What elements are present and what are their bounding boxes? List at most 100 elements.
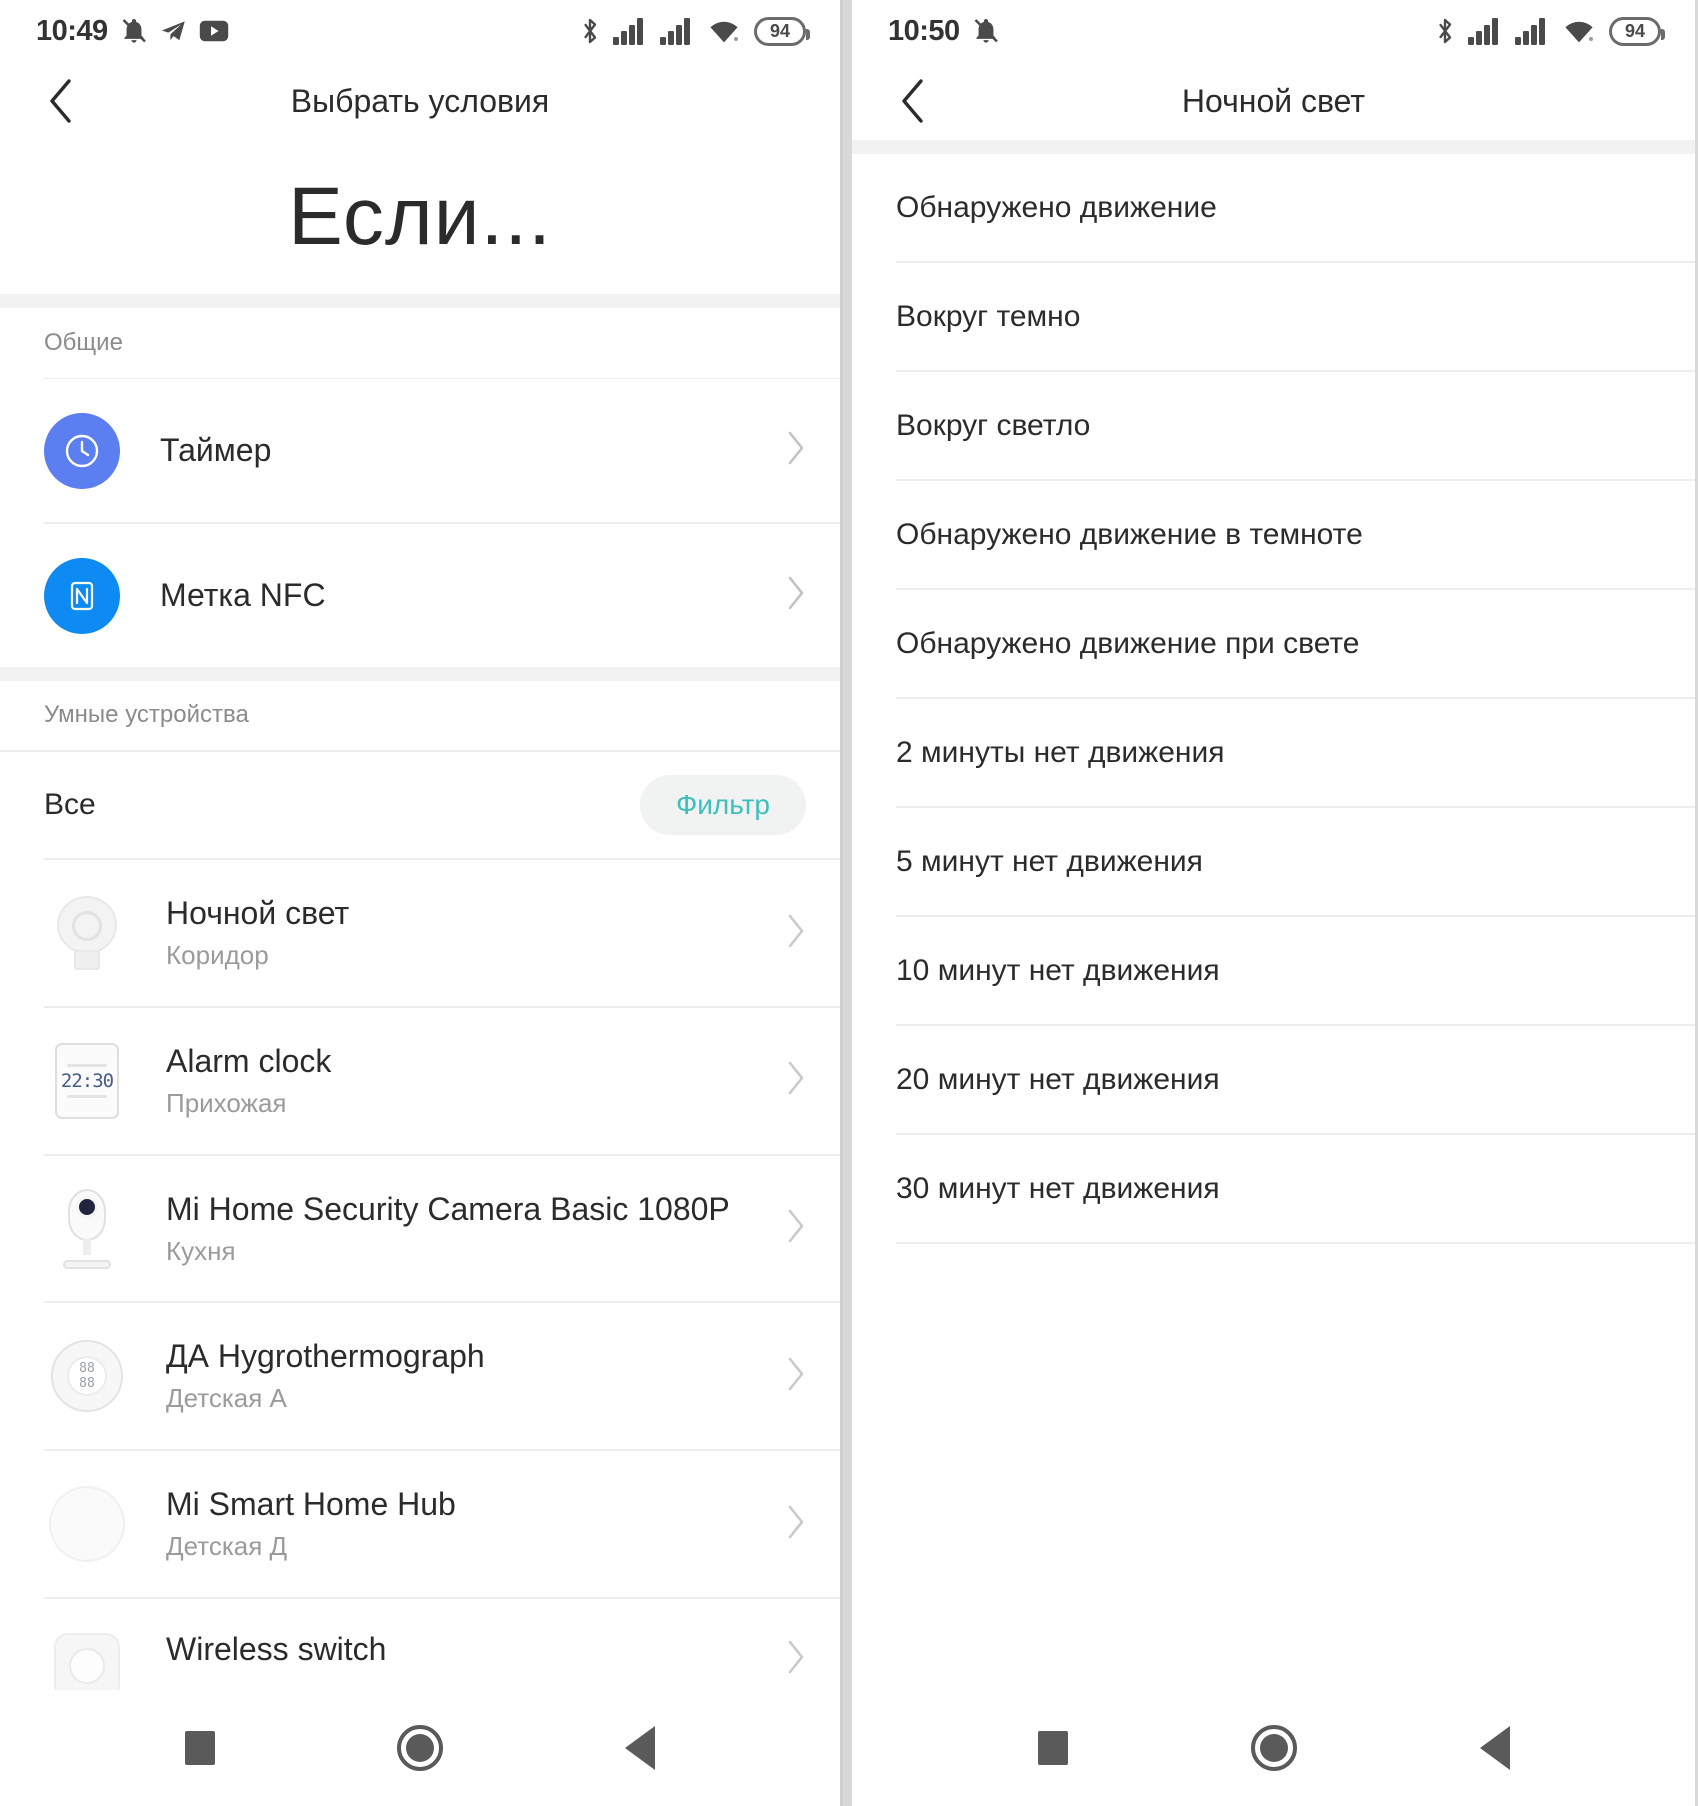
filter-row: Все Фильтр <box>0 752 840 859</box>
status-clock: 10:50 <box>888 14 960 47</box>
clock-icon <box>65 434 99 468</box>
bluetooth-icon <box>584 18 597 44</box>
filter-button[interactable]: Фильтр <box>639 775 806 836</box>
device-room: Кухня <box>166 1235 236 1266</box>
battery-indicator: 94 <box>1609 16 1665 46</box>
condition-item-nfc[interactable]: Метка NFC <box>0 524 840 668</box>
condition-option-row[interactable]: 2 минуты нет движения <box>852 699 1695 806</box>
signal-sim1-icon <box>1468 18 1498 45</box>
device-row[interactable]: Ночной свет Коридор <box>0 860 840 1007</box>
device-name: Mi Smart Home Hub <box>166 1486 456 1523</box>
device-room: Коридор <box>166 940 269 971</box>
right-app-bar: Ночной свет <box>852 62 1695 140</box>
condition-option-label: Вокруг светло <box>896 408 1091 442</box>
condition-option-row[interactable]: 30 минут нет движения <box>852 1135 1695 1242</box>
device-row[interactable]: Wireless switch <box>0 1598 840 1691</box>
chevron-right-icon <box>786 575 806 616</box>
device-row[interactable]: 88 88 ДА Hygrothermograph Детская А <box>0 1303 840 1450</box>
chevron-right-icon <box>786 430 806 471</box>
back-button[interactable] <box>34 74 88 128</box>
status-clock: 10:49 <box>36 14 108 47</box>
condition-item-label: Метка NFC <box>160 577 326 614</box>
square-icon <box>1037 1731 1068 1765</box>
right-system-nav-bar <box>852 1690 1695 1806</box>
all-devices-label: Все <box>44 788 96 822</box>
device-name: Ночной свет <box>166 895 350 932</box>
status-right-group: 94 <box>580 16 810 46</box>
left-app-bar: Выбрать условия <box>0 62 840 140</box>
condition-option-row[interactable]: 5 минут нет движения <box>852 808 1695 915</box>
device-text: ДА Hygrothermograph Детская А <box>166 1338 485 1414</box>
condition-option-label: Обнаружено движение <box>896 190 1217 224</box>
condition-option-label: Обнаружено движение в темноте <box>896 517 1363 551</box>
device-text: Alarm clock Прихожая <box>166 1043 331 1119</box>
dual-screenshot-container: 10:49 94 Выбрать условия Если... Общие Т… <box>0 0 1698 1806</box>
nav-recents-button[interactable] <box>155 1703 245 1793</box>
device-room: Детская Д <box>166 1531 288 1562</box>
triangle-back-icon <box>1479 1726 1510 1770</box>
signal-sim2-icon <box>660 18 690 45</box>
signal-sim1-icon <box>613 18 643 45</box>
condition-option-label: 30 минут нет движения <box>896 1171 1220 1205</box>
left-system-nav-bar <box>0 1690 840 1806</box>
chevron-left-icon <box>50 79 71 123</box>
telegram-icon <box>161 20 185 40</box>
condition-option-label: 20 минут нет движения <box>896 1062 1220 1096</box>
condition-option-row[interactable]: Вокруг светло <box>852 372 1695 479</box>
right-status-bar: 10:50 94 <box>852 0 1695 62</box>
condition-option-row[interactable]: Обнаружено движение при свете <box>852 590 1695 697</box>
section-header-general: Общие <box>0 307 840 378</box>
condition-option-row[interactable]: Обнаружено движение <box>852 154 1695 261</box>
condition-option-label: 5 минут нет движения <box>896 844 1203 878</box>
nav-back-button[interactable] <box>595 1703 685 1793</box>
nav-home-button[interactable] <box>1229 1703 1319 1793</box>
night-light-art-icon <box>46 892 128 974</box>
mute-bell-icon <box>974 18 998 43</box>
condition-option-row[interactable]: 10 минут нет движения <box>852 917 1695 1024</box>
timer-icon-badge <box>44 412 120 489</box>
nfc-icon <box>70 581 94 610</box>
battery-indicator: 94 <box>754 16 810 46</box>
mute-bell-icon <box>122 18 146 43</box>
alarm-clock-art-icon: 22:30 <box>46 1040 128 1122</box>
section-header-smart-devices: Умные устройства <box>0 680 840 751</box>
bluetooth-icon <box>1439 18 1452 44</box>
condition-option-row[interactable]: Вокруг темно <box>852 263 1695 370</box>
chevron-right-icon <box>786 1504 806 1545</box>
list-spacer <box>852 1244 1695 1690</box>
device-text: Mi Smart Home Hub Детская Д <box>166 1486 456 1562</box>
condition-option-row[interactable]: 20 минут нет движения <box>852 1026 1695 1133</box>
device-text: Ночной свет Коридор <box>166 895 349 971</box>
condition-option-row[interactable]: Обнаружено движение в темноте <box>852 481 1695 588</box>
battery-percent-label: 94 <box>1624 21 1646 41</box>
page-title: Ночной свет <box>1181 82 1366 119</box>
condition-option-label: 2 минуты нет движения <box>896 735 1225 769</box>
chevron-left-icon <box>902 79 923 123</box>
condition-option-label: 10 минут нет движения <box>896 953 1220 987</box>
status-left-group: 10:49 <box>36 15 229 48</box>
nav-home-button[interactable] <box>375 1703 465 1793</box>
status-right-group: 94 <box>1435 16 1665 46</box>
switch-art-icon <box>46 1625 128 1691</box>
right-phone-screen: 10:50 94 Ночной свет Обнаружено движение… <box>852 0 1695 1806</box>
device-row[interactable]: 22:30 Alarm clock Прихожая <box>0 1007 840 1154</box>
device-room: Детская А <box>166 1383 287 1414</box>
hub-art-icon <box>46 1483 128 1565</box>
alarm-clock-lcd: 22:30 <box>60 1069 114 1092</box>
condition-item-timer[interactable]: Таймер <box>0 379 840 523</box>
nav-recents-button[interactable] <box>1008 1703 1098 1793</box>
circle-icon <box>397 1725 443 1772</box>
youtube-icon <box>199 20 228 42</box>
device-row[interactable]: Mi Smart Home Hub Детская Д <box>0 1451 840 1597</box>
back-button[interactable] <box>886 74 940 128</box>
camera-art-icon <box>46 1188 128 1270</box>
left-status-bar: 10:49 94 <box>0 0 840 62</box>
chevron-right-icon <box>786 913 806 954</box>
chevron-right-icon <box>786 1060 806 1101</box>
device-row[interactable]: Mi Home Security Camera Basic 1080P Кухн… <box>0 1155 840 1302</box>
device-name: Alarm clock <box>166 1042 332 1079</box>
device-text: Mi Home Security Camera Basic 1080P Кухн… <box>166 1191 730 1267</box>
nav-back-button[interactable] <box>1450 1703 1540 1793</box>
device-room: Прихожая <box>166 1087 287 1118</box>
circle-icon <box>1250 1725 1297 1771</box>
